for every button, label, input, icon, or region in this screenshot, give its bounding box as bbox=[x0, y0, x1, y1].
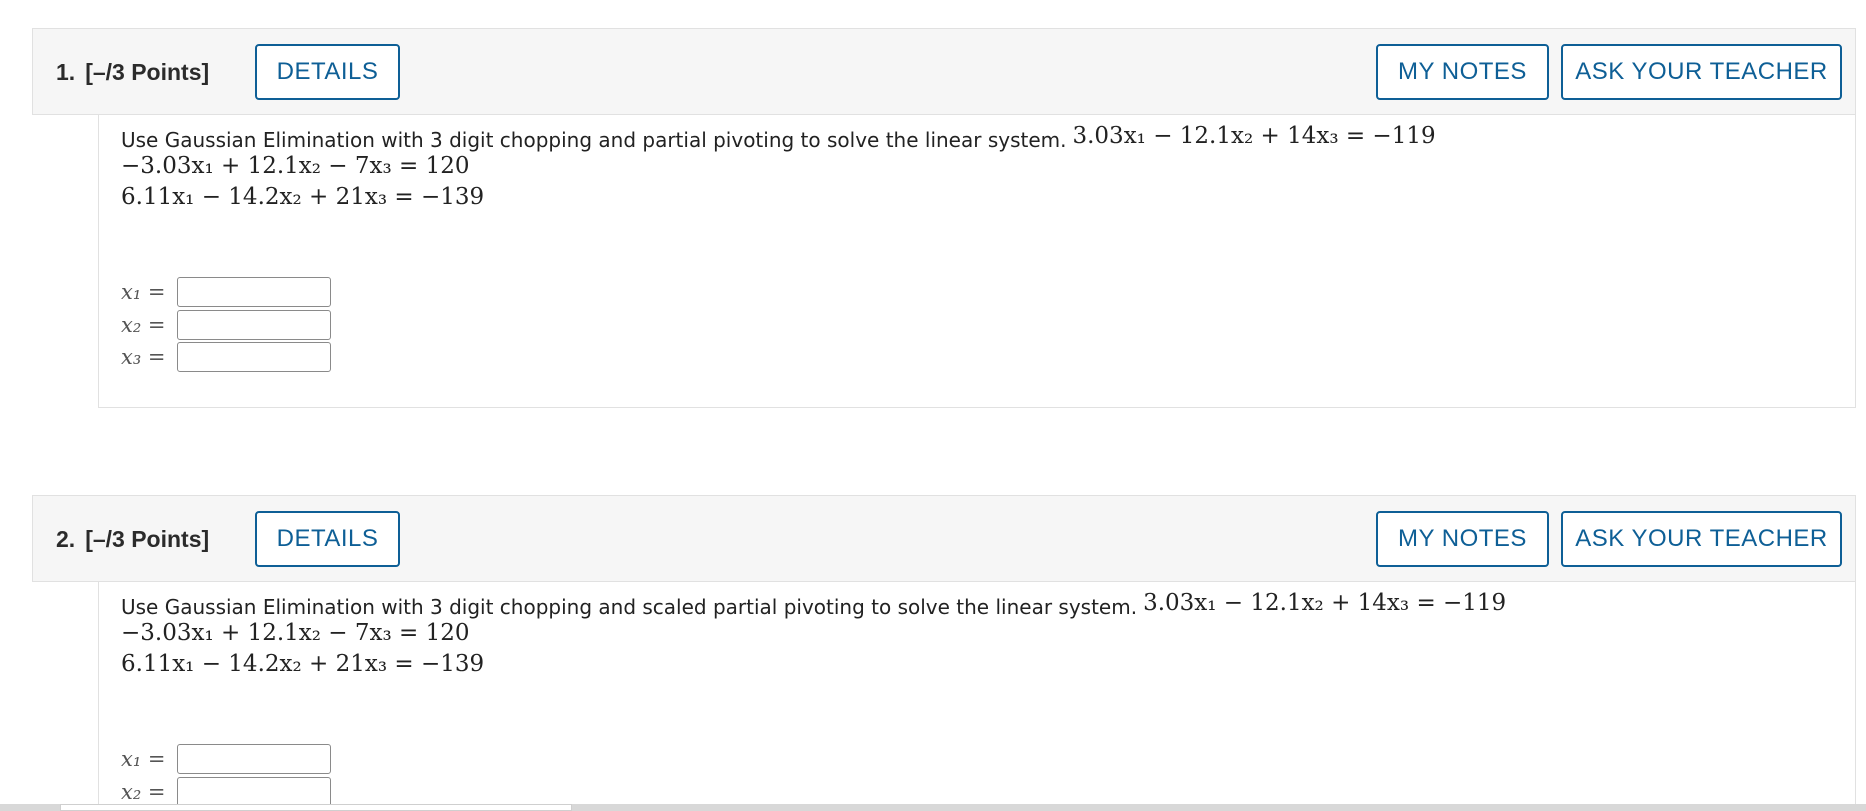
question-points: [–/3 Points] bbox=[85, 59, 210, 85]
equation-2: −3.03x₁ + 12.1x₂ − 7x₃ = 120 bbox=[121, 153, 470, 179]
equation-1: 3.03x₁ − 12.1x₂ + 14x₃ = −119 bbox=[1072, 123, 1436, 149]
answer-label-x2: x₂ = bbox=[121, 313, 166, 337]
equation-2: −3.03x₁ + 12.1x₂ − 7x₃ = 120 bbox=[121, 620, 470, 646]
prompt-text: Use Gaussian Elimination with 3 digit ch… bbox=[121, 595, 1138, 619]
prompt-text: Use Gaussian Elimination with 3 digit ch… bbox=[121, 128, 1067, 152]
answer-input-x2[interactable] bbox=[177, 310, 331, 340]
question-prompt: Use Gaussian Elimination with 3 digit ch… bbox=[121, 590, 1506, 620]
details-button[interactable]: DETAILS bbox=[255, 511, 400, 567]
question-body: Use Gaussian Elimination with 3 digit ch… bbox=[98, 582, 1856, 811]
answer-row-x1: x₁ = bbox=[121, 744, 331, 774]
question-2: 2. [–/3 Points] DETAILS MY NOTES ASK YOUR… bbox=[32, 495, 1856, 811]
answer-input-x2[interactable] bbox=[177, 777, 331, 807]
question-header: 1. [–/3 Points] DETAILS MY NOTES ASK YOUR… bbox=[32, 28, 1856, 115]
question-prompt: Use Gaussian Elimination with 3 digit ch… bbox=[121, 123, 1436, 153]
equation-1: 3.03x₁ − 12.1x₂ + 14x₃ = −119 bbox=[1143, 590, 1507, 616]
answer-input-x3[interactable] bbox=[177, 342, 331, 372]
answer-label-x2: x₂ = bbox=[121, 780, 166, 804]
answer-label-x3: x₃ = bbox=[121, 345, 166, 369]
answer-input-x1[interactable] bbox=[177, 277, 331, 307]
question-1: 1. [–/3 Points] DETAILS MY NOTES ASK YOUR… bbox=[32, 28, 1856, 408]
details-button[interactable]: DETAILS bbox=[255, 44, 400, 100]
my-notes-button[interactable]: MY NOTES bbox=[1376, 44, 1549, 100]
answer-row-x1: x₁ = bbox=[121, 277, 331, 307]
question-index: 2. bbox=[56, 526, 76, 552]
answer-label-x1: x₁ = bbox=[121, 747, 166, 771]
question-index: 1. bbox=[56, 59, 76, 85]
answer-row-x2: x₂ = bbox=[121, 777, 331, 807]
question-number: 2. [–/3 Points] bbox=[56, 526, 209, 553]
ask-your-teacher-button[interactable]: ASK YOUR TEACHER bbox=[1561, 511, 1842, 567]
question-number: 1. [–/3 Points] bbox=[56, 59, 209, 86]
page: 1. [–/3 Points] DETAILS MY NOTES ASK YOUR… bbox=[0, 0, 1866, 811]
answer-input-x1[interactable] bbox=[177, 744, 331, 774]
question-body: Use Gaussian Elimination with 3 digit ch… bbox=[98, 115, 1856, 408]
equation-3: 6.11x₁ − 14.2x₂ + 21x₃ = −139 bbox=[121, 184, 485, 210]
equation-3: 6.11x₁ − 14.2x₂ + 21x₃ = −139 bbox=[121, 651, 485, 677]
answer-label-x1: x₁ = bbox=[121, 280, 166, 304]
answer-row-x2: x₂ = bbox=[121, 310, 331, 340]
my-notes-button[interactable]: MY NOTES bbox=[1376, 511, 1549, 567]
answer-row-x3: x₃ = bbox=[121, 342, 331, 372]
question-points: [–/3 Points] bbox=[85, 526, 210, 552]
question-header: 2. [–/3 Points] DETAILS MY NOTES ASK YOUR… bbox=[32, 495, 1856, 582]
ask-your-teacher-button[interactable]: ASK YOUR TEACHER bbox=[1561, 44, 1842, 100]
horizontal-scrollbar-thumb[interactable] bbox=[60, 804, 572, 811]
